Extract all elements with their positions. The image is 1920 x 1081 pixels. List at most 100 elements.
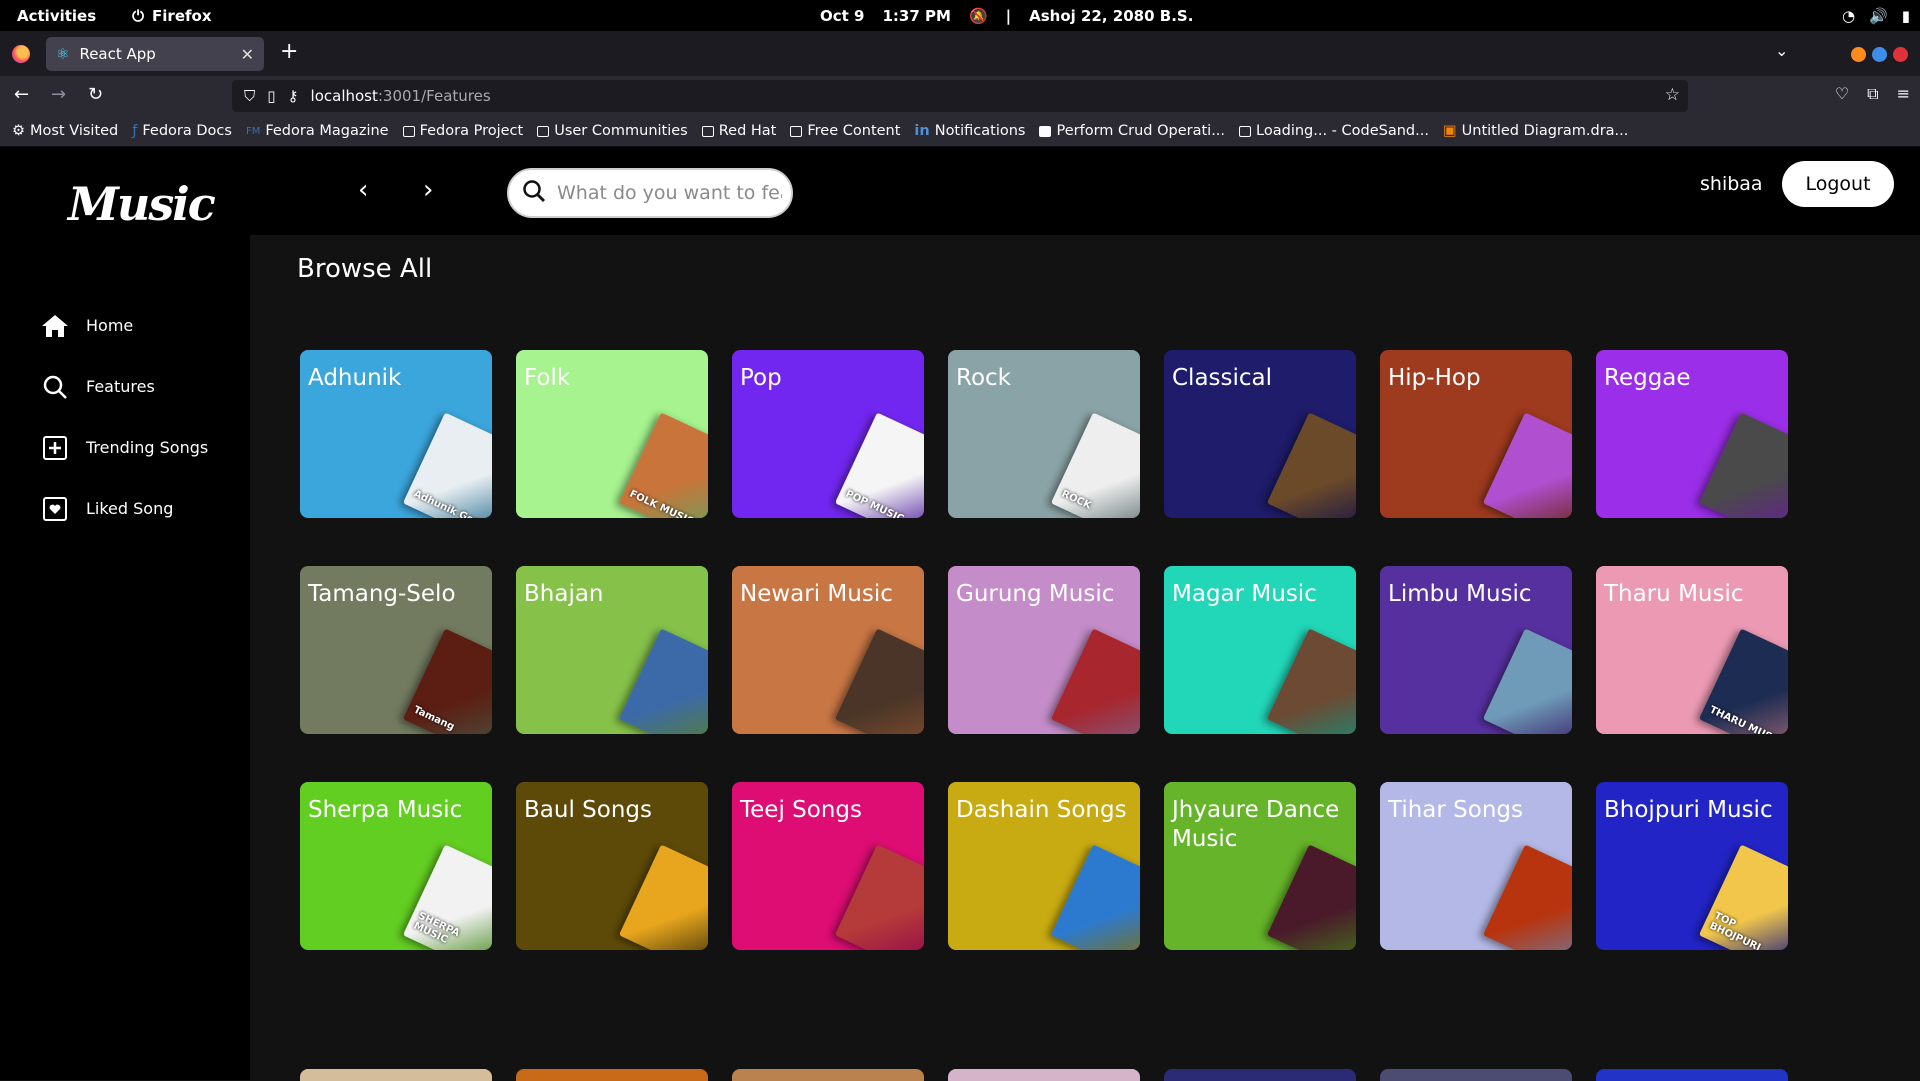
bookmark-free-content[interactable]: Free Content [790, 123, 900, 139]
back-icon[interactable]: ← [14, 84, 29, 105]
genre-card[interactable]: Classical [1164, 350, 1356, 518]
bookmark-red-hat[interactable]: Red Hat [701, 123, 776, 139]
app-menu[interactable]: ⏻ Firefox [132, 7, 211, 25]
genre-card[interactable]: Rock ROCK [948, 350, 1140, 518]
pocket-icon[interactable]: ♡ [1835, 84, 1849, 104]
sidebar-item-features[interactable]: Features [40, 356, 208, 417]
genre-card[interactable] [516, 1069, 708, 1081]
genre-card-label: Rock [956, 365, 1011, 391]
sidebar-item-liked-song[interactable]: Liked Song [40, 478, 208, 539]
bookmark-user-communities[interactable]: User Communities [537, 123, 688, 139]
genre-card[interactable]: Bhajan [516, 566, 708, 734]
new-tab-icon[interactable]: + [280, 39, 298, 64]
genre-card[interactable]: Pop POP MUSIC [732, 350, 924, 518]
chevron-down-icon[interactable]: ⌄ [1775, 41, 1788, 60]
firefox-view-icon[interactable] [12, 45, 30, 63]
genre-card[interactable]: Jhyaure Dance Music [1164, 782, 1356, 950]
tab-strip: ⚛ React App ✕ + ⌄ [0, 31, 1920, 76]
folder-icon [790, 125, 803, 137]
forward-icon[interactable]: → [51, 84, 66, 105]
menu-icon[interactable]: ≡ [1897, 84, 1910, 104]
close-window-button[interactable] [1893, 47, 1908, 62]
minimize-button[interactable] [1851, 47, 1866, 62]
bookmark-perform-crud[interactable]: Perform Crud Operati... [1039, 123, 1225, 139]
genre-card[interactable]: Newari Music [732, 566, 924, 734]
genre-card-image: THARU MUSIC [1698, 628, 1788, 734]
bookmark-untitled-diagram[interactable]: ▣ Untitled Diagram.dra... [1443, 123, 1628, 139]
genre-card-image-text: POP MUSIC [843, 488, 906, 518]
genre-card[interactable]: Limbu Music [1380, 566, 1572, 734]
volume-icon: 🔊 [1869, 6, 1888, 25]
search-box[interactable] [507, 168, 793, 218]
genre-card[interactable]: Hip-Hop [1380, 350, 1572, 518]
maximize-button[interactable] [1872, 47, 1887, 62]
sidebar-item-home[interactable]: Home [40, 295, 208, 356]
heart-square-icon [40, 496, 70, 522]
system-tray[interactable]: ◔ 🔊 ▮ [1842, 0, 1910, 31]
genre-card[interactable]: Adhunik Adhunik Geet [300, 350, 492, 518]
forward-arrow-icon[interactable]: › [423, 175, 433, 205]
genre-card-label: Limbu Music [1388, 581, 1532, 607]
genre-card[interactable] [1164, 1069, 1356, 1081]
genre-card[interactable]: Baul Songs [516, 782, 708, 950]
genre-card-label: Baul Songs [524, 797, 652, 823]
genre-card-image [1482, 412, 1572, 518]
bookmark-fedora-project[interactable]: Fedora Project [402, 123, 523, 139]
clock[interactable]: Oct 9 1:37 PM 🔕 | Ashoj 22, 2080 B.S. [820, 0, 1193, 31]
home-icon [40, 313, 70, 339]
genre-card[interactable] [948, 1069, 1140, 1081]
genre-card-label: Sherpa Music [308, 797, 463, 823]
genre-card-label: Jhyaure Dance Music [1172, 797, 1340, 852]
genre-card-image: TOP BHOJPURI [1698, 844, 1788, 950]
genre-card[interactable]: Gurung Music [948, 566, 1140, 734]
genre-card-image [618, 844, 708, 950]
search-input[interactable] [557, 182, 782, 204]
reload-icon[interactable]: ↻ [88, 84, 103, 105]
bookmark-most-visited[interactable]: ⚙ Most Visited [12, 123, 118, 139]
logout-button[interactable]: Logout [1782, 161, 1894, 207]
window-controls [1851, 47, 1908, 62]
activities-button[interactable]: Activities [17, 7, 96, 25]
genre-card-image-text: FOLK MUSIC [627, 488, 696, 518]
genre-card-label: Dashain Songs [956, 797, 1127, 823]
linkedin-icon: in [914, 123, 930, 139]
genre-card[interactable]: Tamang-Selo Tamang [300, 566, 492, 734]
genre-card[interactable]: Reggae [1596, 350, 1788, 518]
genre-card[interactable]: Dashain Songs [948, 782, 1140, 950]
app-logo[interactable]: Music [68, 177, 216, 231]
bookmark-fedora-magazine[interactable]: FM Fedora Magazine [246, 123, 389, 139]
genre-card[interactable] [300, 1069, 492, 1081]
genre-card[interactable] [732, 1069, 924, 1081]
genre-card[interactable]: Tharu Music THARU MUSIC [1596, 566, 1788, 734]
address-bar[interactable]: ⛉ ▯ ⚷ localhost:3001/Features ☆ [232, 80, 1688, 112]
genre-card-label: Tihar Songs [1388, 797, 1524, 823]
genre-card-image [1050, 844, 1140, 950]
close-tab-icon[interactable]: ✕ [241, 45, 254, 64]
genre-card[interactable] [1596, 1069, 1788, 1081]
genre-card-image [1482, 628, 1572, 734]
genre-card[interactable] [1380, 1069, 1572, 1081]
tab-react-app[interactable]: ⚛ React App ✕ [46, 37, 264, 71]
extensions-icon[interactable]: ⧉ [1867, 84, 1878, 104]
bookmark-notifications[interactable]: in Notifications [914, 123, 1025, 139]
genre-card[interactable]: Folk FOLK MUSIC [516, 350, 708, 518]
genre-card[interactable]: Bhojpuri Music TOP BHOJPURI [1596, 782, 1788, 950]
bookmark-fedora-docs[interactable]: ƒ Fedora Docs [132, 123, 232, 139]
bookmark-codesandbox[interactable]: Loading... - CodeSand... [1239, 123, 1429, 139]
url-text[interactable]: localhost:3001/Features [311, 87, 491, 105]
genre-card[interactable]: Magar Music [1164, 566, 1356, 734]
folder-icon [537, 125, 550, 137]
genre-card-label: Reggae [1604, 365, 1691, 391]
permissions-key-icon[interactable]: ⚷ [288, 87, 299, 105]
page-icon[interactable]: ▯ [267, 87, 275, 105]
folder-icon [402, 125, 415, 137]
tab-title: React App [79, 45, 156, 63]
bookmark-star-icon[interactable]: ☆ [1665, 85, 1680, 105]
shield-icon[interactable]: ⛉ [244, 87, 255, 105]
genre-card[interactable]: Teej Songs [732, 782, 924, 950]
back-arrow-icon[interactable]: ‹ [358, 175, 368, 205]
genre-card[interactable]: Tihar Songs [1380, 782, 1572, 950]
genre-card-image: Tamang [402, 628, 492, 734]
genre-card[interactable]: Sherpa Music SHERPA MUSIC [300, 782, 492, 950]
sidebar-item-trending-songs[interactable]: Trending Songs [40, 417, 208, 478]
